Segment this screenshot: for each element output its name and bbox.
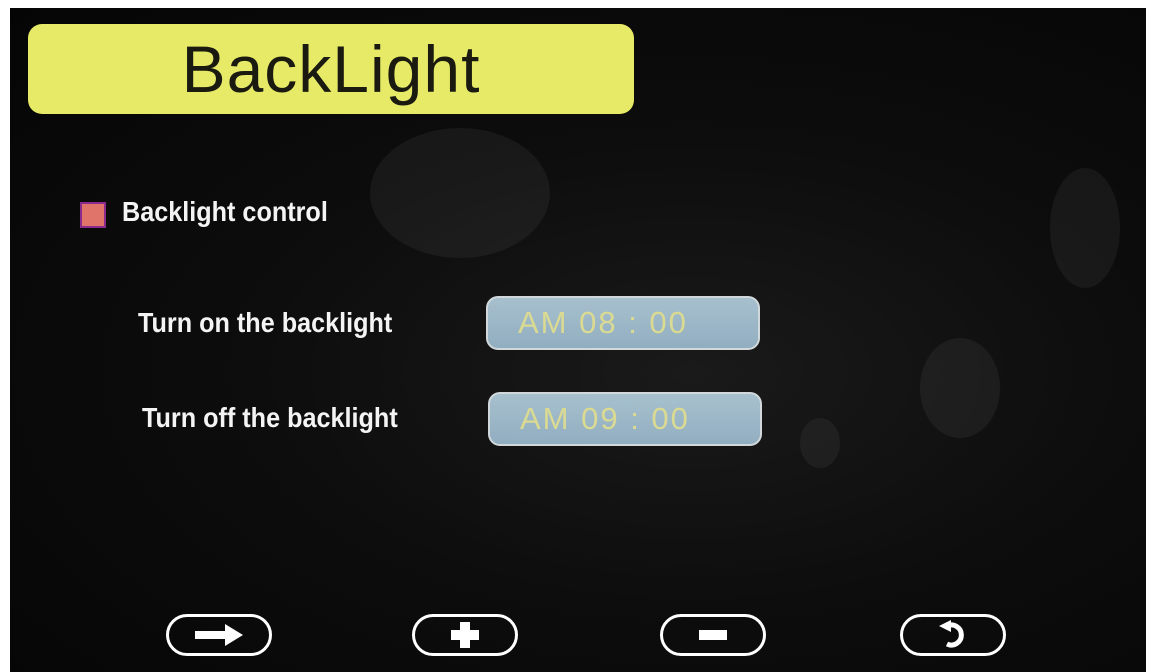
turn-on-label: Turn on the backlight bbox=[138, 307, 393, 338]
turn-off-time-field[interactable]: AM 09 : 00 bbox=[488, 392, 762, 446]
turn-on-time-field[interactable]: AM 08 : 00 bbox=[486, 296, 760, 350]
backlight-control-label: Backlight control bbox=[122, 196, 328, 227]
minus-icon bbox=[699, 630, 727, 640]
back-button[interactable] bbox=[900, 614, 1006, 656]
page-title: BackLight bbox=[181, 32, 481, 106]
increase-button[interactable] bbox=[412, 614, 518, 656]
arrow-right-icon bbox=[195, 624, 243, 646]
device-screen: BackLight Backlight control Turn on the … bbox=[10, 8, 1146, 672]
plus-icon bbox=[451, 622, 479, 648]
next-button[interactable] bbox=[166, 614, 272, 656]
backlight-control-checkbox[interactable] bbox=[80, 202, 106, 228]
turn-off-label: Turn off the backlight bbox=[142, 402, 398, 433]
decrease-button[interactable] bbox=[660, 614, 766, 656]
return-icon bbox=[939, 620, 964, 648]
title-bar: BackLight bbox=[28, 24, 634, 114]
